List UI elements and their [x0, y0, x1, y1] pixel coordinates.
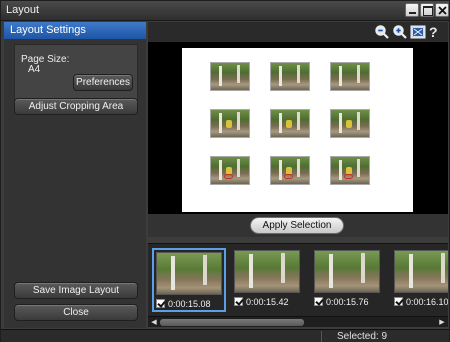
close-button[interactable]: Close — [14, 304, 138, 321]
frame-thumbnail — [156, 252, 222, 295]
zoom-in-icon[interactable] — [392, 24, 408, 40]
print-page — [182, 48, 413, 212]
layout-image — [270, 156, 310, 185]
preview-area: ? Apply Selection 0:00:15.08 0:00:15.42 … — [148, 22, 448, 328]
close-window-button[interactable] — [435, 3, 449, 17]
help-icon[interactable]: ? — [429, 24, 445, 40]
layout-image — [330, 156, 370, 185]
frame-thumbnail — [394, 250, 448, 293]
layout-window: Layout Layout Settings Page Size: A4 Pre… — [0, 0, 450, 342]
status-bar: Selected: 9 — [1, 329, 449, 342]
window-title: Layout — [6, 4, 40, 16]
fit-to-window-icon[interactable] — [410, 24, 426, 40]
layout-image — [330, 109, 370, 138]
frame-checkbox[interactable] — [314, 297, 323, 306]
frame-timecode: 0:00:15.42 — [246, 297, 289, 307]
frame-thumbnail — [314, 250, 380, 293]
layout-image — [210, 109, 250, 138]
layout-image — [330, 62, 370, 91]
page-size-value: A4 — [28, 64, 41, 75]
scroll-right-icon[interactable]: ▶ — [437, 318, 447, 327]
frame-checkbox[interactable] — [156, 299, 165, 308]
preview-toolbar: ? — [148, 22, 448, 42]
layout-image — [210, 156, 250, 185]
frame-checkbox[interactable] — [234, 297, 243, 306]
layout-image — [270, 109, 310, 138]
preferences-button[interactable]: Preferences — [73, 74, 133, 91]
close-icon — [438, 6, 447, 15]
frame-timecode: 0:00:15.08 — [168, 299, 211, 309]
frame-timecode: 0:00:15.76 — [326, 297, 369, 307]
filmstrip-frame[interactable]: 0:00:15.76 — [312, 248, 386, 312]
zoom-out-icon[interactable] — [374, 24, 390, 40]
filmstrip-scrollbar[interactable]: ◀ ▶ — [148, 316, 448, 327]
title-bar[interactable]: Layout — [1, 1, 449, 21]
page-preview — [148, 42, 448, 235]
frame-timecode: 0:00:16.10 — [406, 297, 448, 307]
layout-settings-header: Layout Settings — [4, 22, 146, 39]
frame-checkbox[interactable] — [394, 297, 403, 306]
scroll-left-icon[interactable]: ◀ — [149, 318, 159, 327]
apply-bar: Apply Selection — [148, 214, 448, 237]
layout-image — [270, 62, 310, 91]
selected-count: Selected: 9 — [337, 331, 388, 342]
filmstrip-frame[interactable]: 0:00:15.08 — [152, 248, 226, 312]
minimize-button[interactable] — [405, 3, 419, 17]
filmstrip-frame[interactable]: 0:00:16.10 — [392, 248, 448, 312]
layout-image — [210, 62, 250, 91]
frame-thumbnail — [234, 250, 300, 293]
save-image-layout-button[interactable]: Save Image Layout — [14, 282, 138, 299]
layout-settings-panel: Layout Settings Page Size: A4 Preference… — [4, 22, 146, 328]
adjust-cropping-area-button[interactable]: Adjust Cropping Area — [14, 98, 138, 115]
filmstrip-frame[interactable]: 0:00:15.42 — [232, 248, 306, 312]
scrollbar-thumb[interactable] — [160, 319, 304, 326]
apply-selection-button[interactable]: Apply Selection — [250, 217, 344, 234]
status-divider — [321, 331, 322, 342]
maximize-button[interactable] — [420, 3, 434, 17]
filmstrip[interactable]: 0:00:15.08 0:00:15.42 0:00:15.76 0:00:16… — [148, 243, 448, 316]
